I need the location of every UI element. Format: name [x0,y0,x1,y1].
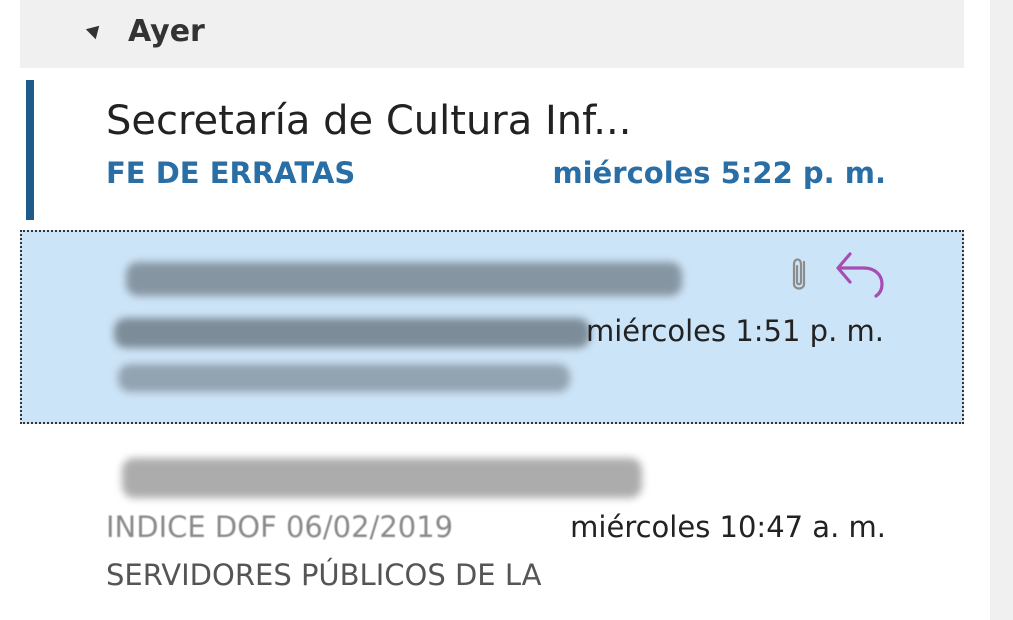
message-sender: Secretaría de Cultura Inf... [106,98,632,144]
group-header-yesterday[interactable]: Ayer [20,0,964,68]
reply-icon [836,252,884,298]
message-time: miércoles 10:47 a. m. [570,510,886,544]
redacted-subject [114,318,590,348]
message-preview: SERVIDORES PÚBLICOS DE LA [106,558,542,592]
message-item[interactable]: INDICE DOF 06/02/2019 miércoles 10:47 a.… [20,440,964,620]
scrollbar-track[interactable] [990,0,1013,620]
message-list: Ayer Secretaría de Cultura Inf... FE DE … [0,0,1013,620]
paperclip-icon [792,258,806,290]
group-label: Ayer [128,14,205,49]
message-item-selected[interactable]: miércoles 1:51 p. m. [20,230,964,424]
message-subject: INDICE DOF 06/02/2019 [106,510,454,544]
redacted-sender [122,458,642,498]
redacted-sender [126,262,682,296]
message-item[interactable]: Secretaría de Cultura Inf... FE DE ERRAT… [20,80,964,220]
message-subject: FE DE ERRATAS [106,156,356,190]
collapse-arrow-icon[interactable] [85,20,105,40]
unread-indicator [26,80,34,220]
message-time: miércoles 1:51 p. m. [585,314,884,348]
redacted-preview [118,364,570,392]
message-time: miércoles 5:22 p. m. [552,156,886,190]
